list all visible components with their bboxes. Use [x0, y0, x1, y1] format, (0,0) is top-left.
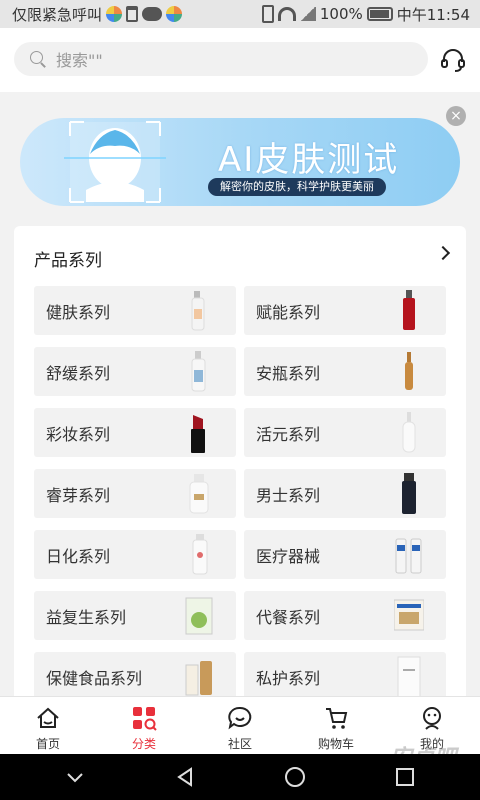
- product-thumb-icon: [397, 656, 421, 698]
- category-item[interactable]: 舒缓系列: [34, 347, 236, 396]
- category-label: 益复生系列: [46, 607, 127, 627]
- category-label: 男士系列: [256, 485, 321, 505]
- banner-area: AI皮肤测试 解密你的皮肤，科学护肤更美丽 ×: [0, 100, 480, 218]
- product-thumb-icon: [191, 415, 205, 453]
- category-item[interactable]: 睿芽系列: [34, 469, 236, 518]
- product-thumb-icon: [394, 599, 424, 631]
- down-chevron-icon[interactable]: [63, 765, 87, 789]
- category-label: 安瓶系列: [256, 363, 321, 383]
- profile-icon: [423, 707, 441, 730]
- search-icon: [30, 51, 46, 67]
- tab-label: 购物车: [317, 737, 354, 751]
- clock: 中午11:54: [396, 5, 470, 24]
- product-thumb-icon: [395, 538, 422, 574]
- customer-service-headset-icon[interactable]: [440, 47, 466, 73]
- tab-cart[interactable]: 购物车: [288, 697, 384, 754]
- category-label: 保健食品系列: [46, 668, 143, 688]
- status-bar: 仅限紧急呼叫 100% 中午11:54: [0, 0, 480, 28]
- category-label: 日化系列: [46, 546, 111, 566]
- wechat-icon: [142, 7, 163, 21]
- category-item[interactable]: 私护系列: [244, 652, 446, 701]
- category-item[interactable]: 日化系列: [34, 530, 236, 579]
- battery-icon: [366, 7, 393, 21]
- category-item[interactable]: 代餐系列: [244, 591, 446, 640]
- product-series-card: 产品系列 健肤系列 赋能系列 舒缓系列 安瓶系列 彩妆系列 活元系列 睿芽系列 …: [14, 226, 466, 706]
- category-item[interactable]: 安瓶系列: [244, 347, 446, 396]
- home-icon: [37, 707, 59, 728]
- back-icon[interactable]: [173, 765, 197, 789]
- product-thumb-icon: [189, 474, 209, 514]
- tab-home[interactable]: 首页: [0, 697, 96, 754]
- category-label: 医疗器械: [256, 546, 321, 566]
- ai-skin-test-banner[interactable]: AI皮肤测试 解密你的皮肤，科学护肤更美丽: [20, 118, 460, 206]
- product-thumb-icon: [192, 534, 208, 575]
- vibrate-icon: [261, 5, 274, 23]
- wifi-icon: [277, 7, 296, 21]
- category-item[interactable]: 赋能系列: [244, 286, 446, 335]
- product-thumb-icon: [185, 597, 213, 635]
- recents-icon[interactable]: [393, 765, 417, 789]
- category-icon: [133, 707, 157, 731]
- tab-label: 社区: [227, 737, 252, 751]
- category-item[interactable]: 彩妆系列: [34, 408, 236, 457]
- category-label: 活元系列: [256, 424, 321, 444]
- category-item[interactable]: 医疗器械: [244, 530, 446, 579]
- status-right: 100% 中午11:54: [261, 4, 470, 25]
- multicolor-app-icon: [166, 6, 183, 22]
- cart-icon: [326, 708, 348, 729]
- category-grid: 健肤系列 赋能系列 舒缓系列 安瓶系列 彩妆系列 活元系列 睿芽系列 男士系列 …: [34, 286, 446, 701]
- tab-category[interactable]: 分类: [96, 697, 192, 754]
- category-label: 舒缓系列: [46, 363, 111, 383]
- product-thumb-icon: [403, 290, 415, 330]
- tab-community[interactable]: 社区: [192, 697, 288, 754]
- battery-percent: 100%: [319, 5, 363, 23]
- category-label: 彩妆系列: [46, 424, 111, 444]
- category-label: 代餐系列: [256, 607, 321, 627]
- category-item[interactable]: 益复生系列: [34, 591, 236, 640]
- face-scan-icon: [64, 121, 166, 203]
- product-thumb-icon: [402, 412, 416, 453]
- section-title: 产品系列: [34, 251, 102, 271]
- banner-title: AI皮肤测试: [218, 140, 400, 180]
- search-input[interactable]: 搜索"": [14, 42, 428, 76]
- product-thumb-icon: [191, 351, 206, 392]
- header: 搜索"": [0, 28, 480, 92]
- signal-icon: [299, 7, 316, 21]
- usb-icon: [126, 6, 139, 22]
- product-thumb-icon: [405, 352, 413, 390]
- tab-label: 首页: [35, 737, 60, 751]
- home-circle-icon[interactable]: [283, 765, 307, 789]
- product-thumb-icon: [191, 291, 205, 331]
- product-thumb-icon: [185, 661, 212, 696]
- category-label: 赋能系列: [256, 302, 321, 322]
- category-label: 私护系列: [256, 668, 321, 688]
- category-item[interactable]: 保健食品系列: [34, 652, 236, 701]
- status-left: 仅限紧急呼叫: [12, 4, 183, 25]
- category-item[interactable]: 活元系列: [244, 408, 446, 457]
- chevron-right-icon[interactable]: [435, 245, 451, 261]
- product-thumb-icon: [402, 473, 416, 514]
- carrier-text: 仅限紧急呼叫: [12, 5, 103, 24]
- close-icon[interactable]: ×: [446, 106, 466, 126]
- category-label: 睿芽系列: [46, 485, 111, 505]
- tab-label: 分类: [131, 737, 156, 751]
- category-label: 健肤系列: [46, 302, 111, 322]
- category-item[interactable]: 健肤系列: [34, 286, 236, 335]
- community-icon: [228, 706, 252, 730]
- system-nav-bar: [0, 754, 480, 800]
- banner-subtitle: 解密你的皮肤，科学护肤更美丽: [208, 178, 386, 196]
- search-placeholder: 搜索"": [56, 51, 103, 70]
- category-item[interactable]: 男士系列: [244, 469, 446, 518]
- multicolor-app-icon: [106, 6, 123, 22]
